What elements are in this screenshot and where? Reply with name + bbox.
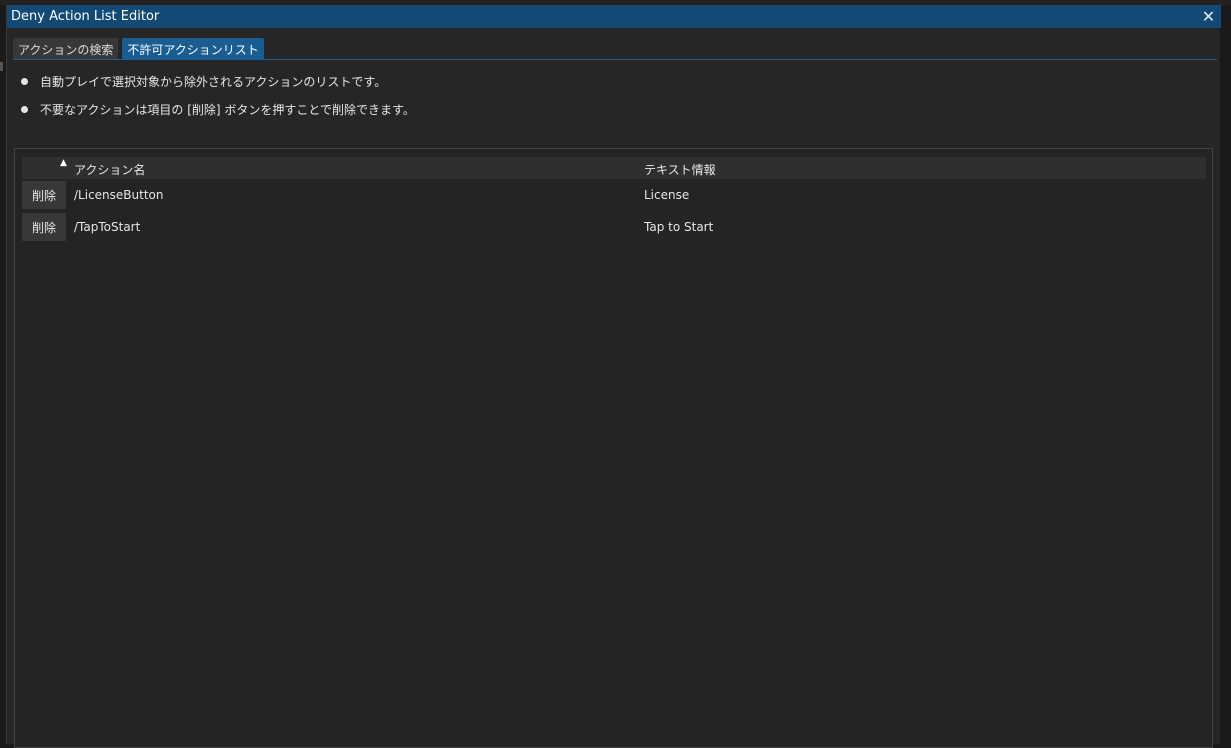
sort-ascending-icon[interactable]: ▲ (60, 158, 67, 168)
text-info-cell: License (644, 188, 690, 202)
background-edge-mark (0, 62, 3, 71)
action-name-cell: /LicenseButton (74, 188, 164, 202)
column-header-action-name[interactable]: アクション名 (74, 161, 145, 178)
delete-button[interactable]: 削除 (22, 181, 66, 209)
titlebar: Deny Action List Editor ✕ (7, 5, 1221, 28)
action-name-cell: /TapToStart (74, 220, 141, 234)
bullet-dot-icon (21, 77, 28, 85)
table-row: 削除 /LicenseButton License (22, 181, 1206, 209)
info-text: 自動プレイで選択対象から除外されるアクションのリストです。 (40, 74, 387, 89)
tab-action-search[interactable]: アクションの検索 (13, 38, 119, 60)
tab-deny-action-list[interactable]: 不許可アクションリスト (122, 38, 264, 60)
deny-action-table-panel: ▲ アクション名 テキスト情報 削除 /LicenseButton Licens… (14, 148, 1213, 748)
table-header: ▲ アクション名 テキスト情報 (22, 157, 1206, 179)
info-list: 自動プレイで選択対象から除外されるアクションのリストです。 不要なアクションは項… (21, 67, 415, 123)
tab-bar: アクションの検索 不許可アクションリスト (13, 38, 264, 60)
text-info-cell: Tap to Start (644, 220, 714, 234)
bullet-dot-icon (21, 105, 28, 113)
delete-button[interactable]: 削除 (22, 213, 66, 241)
column-header-text-info[interactable]: テキスト情報 (644, 161, 716, 178)
info-item: 自動プレイで選択対象から除外されるアクションのリストです。 (21, 67, 415, 95)
deny-action-list-editor-window: Deny Action List Editor ✕ アクションの検索 不許可アク… (6, 5, 1221, 748)
close-icon[interactable]: ✕ (1198, 6, 1219, 27)
info-text: 不要なアクションは項目の [削除] ボタンを押すことで削除できます。 (40, 102, 415, 117)
tab-underline (13, 59, 1217, 60)
info-item: 不要なアクションは項目の [削除] ボタンを押すことで削除できます。 (21, 95, 415, 123)
table-row: 削除 /TapToStart Tap to Start (22, 213, 1206, 241)
window-title: Deny Action List Editor (11, 9, 160, 24)
